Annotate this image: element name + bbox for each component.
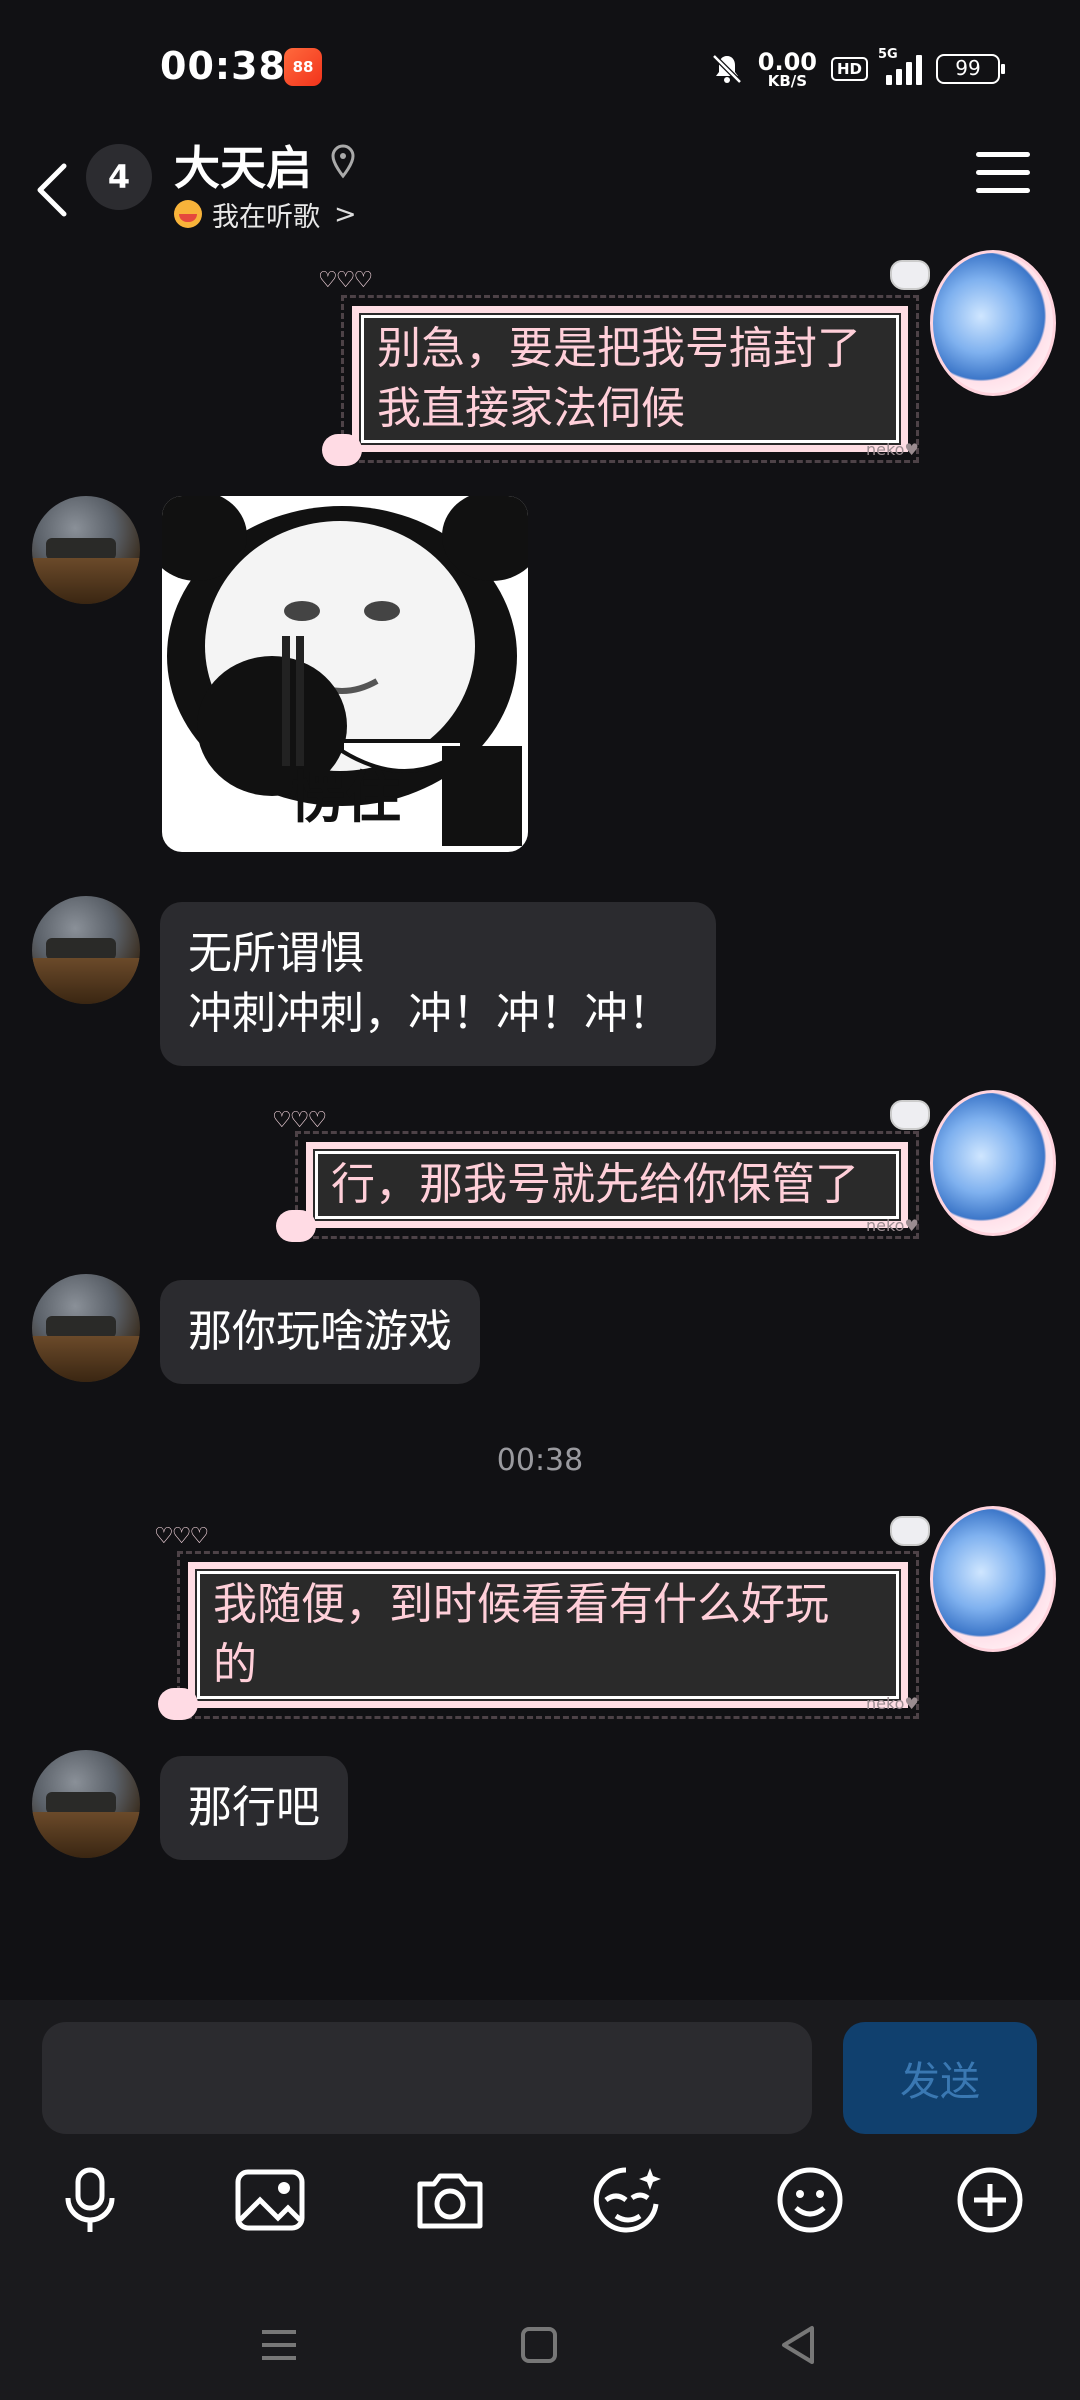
hearts-deco: ♡♡♡: [154, 1524, 209, 1549]
my-avatar[interactable]: [890, 1090, 1060, 1240]
contact-name[interactable]: 大天启: [174, 132, 312, 198]
paw-icon: [322, 434, 362, 466]
listening-status-text: 我在听歌: [212, 201, 320, 233]
mute-bell-icon: [711, 54, 742, 84]
back-icon[interactable]: [774, 2320, 824, 2370]
send-button[interactable]: 发送: [843, 2022, 1037, 2134]
hearts-deco: ♡♡♡: [318, 268, 373, 293]
paw-icon: [158, 1688, 198, 1720]
mic-icon[interactable]: [50, 2160, 130, 2240]
location-pin-icon: [331, 144, 355, 179]
cat-face-icon: [890, 1516, 930, 1546]
avatar-image: [930, 1090, 1056, 1236]
sticker-icon[interactable]: [588, 2160, 668, 2240]
unread-count-badge[interactable]: 4: [86, 144, 152, 210]
incoming-message-bubble[interactable]: 那行吧: [160, 1756, 348, 1860]
status-bar: 00:38 88 0.00 KB/S HD 5G 99: [0, 0, 1080, 130]
battery-icon: 99: [936, 54, 1005, 84]
plus-icon[interactable]: [950, 2160, 1030, 2240]
chevron-right-icon: >: [334, 198, 357, 230]
message-timestamp: 00:38: [496, 1443, 584, 1478]
app-notification-icon: 88: [284, 48, 322, 86]
contact-avatar[interactable]: [32, 1274, 140, 1382]
outgoing-message-bubble[interactable]: 别急，要是把我号搞封了 我直接家法伺候: [341, 295, 919, 463]
outgoing-message-bubble[interactable]: 我随便，到时候看看有什么好玩 的: [177, 1551, 919, 1719]
incoming-message-bubble[interactable]: 无所谓惧 冲刺冲刺，冲！冲！冲！: [160, 902, 716, 1066]
contact-avatar[interactable]: [32, 1750, 140, 1858]
message-input[interactable]: [42, 2022, 812, 2134]
back-chevron-icon[interactable]: [30, 150, 80, 230]
message-line: 那行吧: [188, 1782, 320, 1833]
emoji-icon[interactable]: [770, 2160, 850, 2240]
menu-icon[interactable]: [254, 2320, 304, 2370]
sticker-image[interactable]: 愣住: [162, 496, 528, 852]
hearts-deco: ♡♡♡: [272, 1108, 327, 1133]
signal-icon: 5G: [878, 47, 922, 85]
avatar-image: [930, 250, 1056, 396]
hd-icon: HD: [830, 57, 868, 81]
neko-deco: neko♥: [866, 1694, 919, 1713]
message-line: 无所谓惧: [188, 928, 364, 979]
network-speed: 0.00 KB/S: [757, 47, 817, 90]
message-line: 我直接家法伺候: [377, 383, 685, 434]
paw-icon: [276, 1210, 316, 1242]
system-navbar: [0, 2290, 1080, 2400]
message-line: 那你玩啥游戏: [188, 1306, 452, 1357]
message-line: 别急，要是把我号搞封了: [377, 323, 861, 374]
cat-face-icon: [890, 260, 930, 290]
message-line: 行，那我号就先给你保管了: [331, 1159, 859, 1210]
my-avatar[interactable]: [890, 1506, 1060, 1656]
avatar-image: [930, 1506, 1056, 1652]
cat-face-icon: [890, 1100, 930, 1130]
neko-deco: neko♥: [866, 1216, 919, 1235]
image-icon[interactable]: [230, 2160, 310, 2240]
outgoing-message-bubble[interactable]: 行，那我号就先给你保管了: [295, 1131, 919, 1239]
smiley-emoji-icon: [174, 200, 202, 228]
status-right: 0.00 KB/S HD 5G 99: [710, 44, 1005, 94]
neko-deco: neko♥: [866, 440, 919, 459]
sticker-caption: 愣住: [289, 766, 401, 831]
contact-avatar[interactable]: [32, 896, 140, 1004]
hamburger-menu-icon[interactable]: [976, 152, 1030, 198]
message-line: 的: [213, 1639, 257, 1690]
camera-icon[interactable]: [410, 2160, 490, 2240]
home-icon[interactable]: [514, 2320, 564, 2370]
message-line: 冲刺冲刺，冲！冲！冲！: [188, 988, 672, 1039]
message-line: 我随便，到时候看看有什么好玩: [213, 1579, 829, 1630]
contact-avatar[interactable]: [32, 496, 140, 604]
my-avatar[interactable]: [890, 250, 1060, 400]
listening-status[interactable]: 我在听歌 >: [174, 194, 357, 234]
status-time: 00:38: [160, 44, 286, 88]
incoming-message-bubble[interactable]: 那你玩啥游戏: [160, 1280, 480, 1384]
